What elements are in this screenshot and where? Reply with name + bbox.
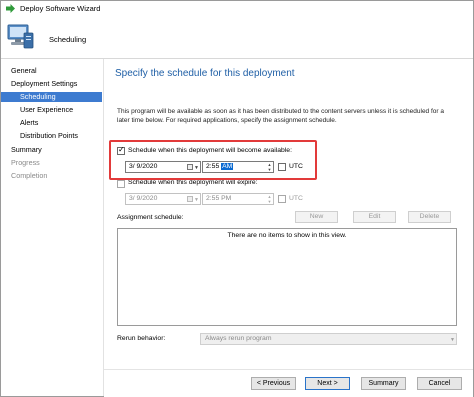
assignment-schedule-list[interactable]: There are no items to show in this view.	[117, 228, 457, 326]
time-spinner-icon[interactable]: ▲ ▼	[267, 194, 272, 204]
nav-item-distribution-points[interactable]: Distribution Points	[1, 131, 102, 141]
window-title: Deploy Software Wizard	[20, 4, 101, 13]
expire-utc-checkbox[interactable]	[278, 195, 286, 203]
wizard-arrow-icon	[6, 4, 15, 13]
computer-icon	[7, 24, 34, 49]
wizard-nav: General Deployment Settings Scheduling U…	[1, 59, 104, 396]
new-button[interactable]: New	[295, 211, 338, 223]
wizard-footer: < Previous Next > Summary Cancel	[104, 369, 473, 397]
highlight-box	[109, 140, 317, 180]
expire-checkbox[interactable]	[117, 180, 125, 188]
nav-item-user-experience[interactable]: User Experience	[1, 105, 102, 115]
chevron-down-icon[interactable]: ▼	[450, 337, 455, 343]
nav-item-deployment-settings[interactable]: Deployment Settings	[1, 79, 102, 89]
section-title: Specify the schedule for this deployment	[115, 68, 295, 79]
assignment-label: Assignment schedule:	[117, 214, 184, 221]
page-heading: Scheduling	[49, 35, 87, 44]
cancel-button[interactable]: Cancel	[417, 377, 462, 390]
chevron-down-icon[interactable]: ▼	[194, 197, 199, 203]
expire-utc-label: UTC	[289, 195, 303, 202]
nav-item-completion: Completion	[11, 171, 48, 180]
nav-item-summary[interactable]: Summary	[1, 145, 102, 155]
expire-time-value: 2:55 PM	[206, 195, 232, 202]
expire-time-picker[interactable]: 2:55 PM ▲ ▼	[202, 193, 274, 205]
wizard-header: Scheduling	[1, 16, 473, 59]
next-button[interactable]: Next >	[305, 377, 350, 390]
empty-list-message: There are no items to show in this view.	[227, 232, 347, 239]
description-text: This program will be available as soon a…	[117, 108, 444, 124]
title-bar: Deploy Software Wizard	[1, 1, 473, 16]
nav-item-progress: Progress	[11, 158, 40, 167]
wizard-window: Deploy Software Wizard Scheduling Genera…	[0, 0, 474, 397]
rerun-label: Rerun behavior:	[117, 335, 166, 342]
summary-button[interactable]: Summary	[361, 377, 406, 390]
nav-item-general[interactable]: General	[1, 66, 102, 76]
rerun-behavior-select[interactable]: Always rerun program ▼	[200, 333, 457, 345]
previous-button[interactable]: < Previous	[251, 377, 296, 390]
main-panel: Specify the schedule for this deployment…	[104, 59, 473, 369]
expire-date-value: 3/ 9/2020	[129, 195, 158, 202]
edit-button[interactable]: Edit	[353, 211, 396, 223]
expire-date-picker[interactable]: 3/ 9/2020 ▼	[125, 193, 201, 205]
rerun-behavior-value: Always rerun program	[205, 335, 272, 342]
calendar-icon[interactable]	[187, 196, 193, 202]
nav-item-alerts[interactable]: Alerts	[1, 118, 102, 128]
expire-label: Schedule when this deployment will expir…	[128, 179, 258, 186]
delete-button[interactable]: Delete	[408, 211, 451, 223]
nav-item-scheduling[interactable]: Scheduling	[1, 92, 102, 102]
